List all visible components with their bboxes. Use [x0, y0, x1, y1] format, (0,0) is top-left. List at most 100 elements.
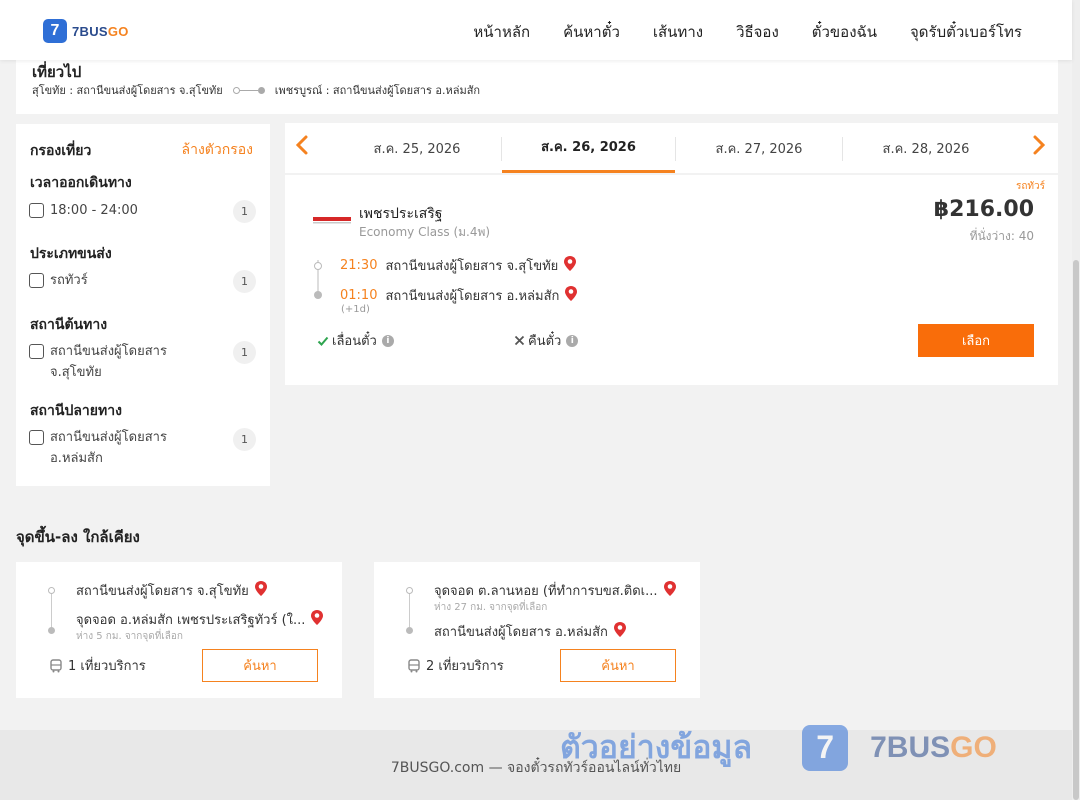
filter-option-label: รถทัวร์ [50, 273, 88, 288]
trip-result-card: รถทัวร์ เพชรประเสริฐ Economy Class (ม.4พ… [285, 175, 1058, 385]
stop-name: สถานีขนส่งผู้โดยสาร จ.สุโขทัย [76, 584, 249, 599]
chevron-left-icon[interactable] [295, 134, 309, 162]
departure-station: สถานีขนส่งผู้โดยสาร จ.สุโขทัย [385, 259, 559, 274]
filter-option-label: 18:00 - 24:00 [50, 203, 138, 218]
trip-destination: เพชรบูรณ์ : สถานีขนส่งผู้โดยสาร อ.หล่มสั… [274, 84, 481, 97]
trip-summary: เที่ยวไป สุโขทัย : สถานีขนส่งผู้โดยสาร จ… [16, 58, 1058, 114]
start-dot [406, 587, 413, 594]
cross-icon [514, 335, 525, 346]
checkbox[interactable] [29, 203, 44, 218]
route-line [409, 592, 410, 632]
trip-count-label: 1 เที่ยวบริการ [68, 659, 146, 674]
nearby-stop-origin: สถานีขนส่งผู้โดยสาร จ.สุโขทัย [76, 580, 268, 601]
stop-name: สถานีขนส่งผู้โดยสาร อ.หล่มสัก [434, 625, 608, 640]
main-nav: หน้าหลัก ค้นหาตั๋ว เส้นทาง วิธีจอง ตั๋วข… [473, 20, 1022, 44]
map-pin-icon[interactable] [564, 285, 578, 306]
top-header: 7 7BUSGO หน้าหลัก ค้นหาตั๋ว เส้นทาง วิธี… [0, 0, 1072, 60]
map-pin-icon[interactable] [663, 580, 677, 601]
nearby-card: จุดจอด ต.ลานหอย (ที่ทำการบขส.ติดเ... ห่า… [374, 562, 700, 698]
logo-text: 7BUSGO [72, 23, 129, 39]
filter-count-badge: 1 [233, 341, 256, 364]
start-dot [48, 587, 55, 594]
date-selector: ส.ค. 25, 2026 ส.ค. 26, 2026 ส.ค. 27, 202… [285, 123, 1058, 173]
nav-how-to-book[interactable]: วิธีจอง [736, 20, 779, 44]
service-count: 1 เที่ยวบริการ [49, 655, 146, 676]
checkbox[interactable] [29, 344, 44, 359]
nav-my-tickets[interactable]: ตั๋วของฉัน [812, 20, 877, 44]
site-logo[interactable]: 7 7BUSGO [43, 19, 129, 43]
filter-count-badge: 1 [233, 270, 256, 293]
checkbox[interactable] [29, 430, 44, 445]
date-tab[interactable]: ส.ค. 27, 2026 [676, 123, 842, 173]
departure-time: 21:30 [340, 258, 378, 273]
select-trip-button[interactable]: เลือก [918, 324, 1034, 357]
check-icon [317, 336, 329, 346]
filter-option-transport[interactable]: รถทัวร์ 1 [29, 270, 256, 293]
filter-count-badge: 1 [233, 200, 256, 223]
nearby-stop-origin: จุดจอด ต.ลานหอย (ที่ทำการบขส.ติดเ... [434, 580, 677, 601]
date-tab[interactable]: ส.ค. 28, 2026 [843, 123, 1009, 173]
search-button[interactable]: ค้นหา [560, 649, 676, 682]
refund-label: คืนตั๋ว [528, 334, 562, 349]
nav-home[interactable]: หน้าหลัก [473, 20, 530, 44]
info-icon[interactable]: i [566, 334, 579, 347]
arrival-time: 01:10 [340, 288, 378, 303]
next-day-indicator: (+1d) [341, 304, 370, 315]
end-dot [406, 627, 413, 634]
postpone-policy[interactable]: เลื่อนตั๋ว i [317, 330, 394, 351]
arrival-stop: 01:10 สถานีขนส่งผู้โดยสาร อ.หล่มสัก [340, 285, 578, 306]
nearby-stop-destination: สถานีขนส่งผู้โดยสาร อ.หล่มสัก [434, 621, 627, 642]
stop-name: จุดจอด อ.หล่มสัก เพชรประเสริฐทัวร์ (ใ... [76, 613, 306, 628]
map-pin-icon[interactable] [563, 255, 577, 276]
refund-policy[interactable]: คืนตั๋ว i [514, 330, 579, 351]
filter-group-origin-station: สถานีต้นทาง [30, 317, 108, 333]
nearby-stop-destination: จุดจอด อ.หล่มสัก เพชรประเสริฐทัวร์ (ใ... [76, 609, 324, 630]
map-pin-icon[interactable] [310, 609, 324, 630]
service-count: 2 เที่ยวบริการ [407, 655, 504, 676]
nav-search-ticket[interactable]: ค้นหาตั๋ว [563, 20, 620, 44]
filter-group-destination-station: สถานีปลายทาง [30, 403, 122, 419]
arrival-dot [314, 291, 322, 299]
footer-text: 7BUSGO.com — จองตั๋วรถทัวร์ออนไลน์ทั่วไท… [390, 760, 682, 776]
nav-routes[interactable]: เส้นทาง [653, 20, 703, 44]
filter-group-transport-type: ประเภทขนส่ง [30, 246, 112, 262]
nav-ticket-pickup[interactable]: จุดรับตั๋วเบอร์โทร [910, 20, 1022, 44]
trip-count-label: 2 เที่ยวบริการ [426, 659, 504, 674]
stop-name: จุดจอด ต.ลานหอย (ที่ทำการบขส.ติดเ... [434, 584, 658, 599]
filter-title: กรองเที่ยว [30, 143, 92, 159]
operator-name: เพชรประเสริฐ [359, 206, 443, 222]
map-pin-icon[interactable] [613, 621, 627, 642]
route-line [51, 592, 52, 632]
postpone-label: เลื่อนตั๋ว [332, 334, 377, 349]
logo-icon: 7 [43, 19, 67, 43]
filter-group-departure-time: เวลาออกเดินทาง [30, 175, 132, 191]
departure-dot [314, 262, 322, 270]
bus-class: Economy Class (ม.4พ) [359, 225, 491, 239]
map-pin-icon[interactable] [254, 580, 268, 601]
clear-filter-link[interactable]: ล้างตัวกรอง [182, 139, 253, 161]
transport-type-tag: รถทัวร์ [1015, 181, 1045, 192]
page-footer: 7BUSGO.com — จองตั๋วรถทัวร์ออนไลน์ทั่วไท… [0, 730, 1072, 800]
page-scrollbar[interactable] [1072, 0, 1080, 800]
operator-logo-icon [313, 217, 351, 224]
scrollbar-thumb[interactable] [1073, 260, 1079, 800]
trip-origin: สุโขทัย : สถานีขนส่งผู้โดยสาร จ.สุโขทัย [32, 84, 223, 97]
route-connector-icon [232, 86, 265, 94]
chevron-right-icon[interactable] [1032, 134, 1046, 162]
filter-count-badge: 1 [233, 428, 256, 451]
trip-route: สุโขทัย : สถานีขนส่งผู้โดยสาร จ.สุโขทัย … [32, 81, 480, 99]
search-button[interactable]: ค้นหา [202, 649, 318, 682]
departure-stop: 21:30 สถานีขนส่งผู้โดยสาร จ.สุโขทัย [340, 255, 577, 276]
info-icon[interactable]: i [381, 334, 394, 347]
filter-panel: กรองเที่ยว ล้างตัวกรอง เวลาออกเดินทาง 18… [16, 124, 270, 486]
date-tab[interactable]: ส.ค. 25, 2026 [333, 123, 501, 173]
nearby-section-title: จุดขึ้น-ลง ใกล้เคียง [16, 528, 140, 546]
filter-option-time[interactable]: 18:00 - 24:00 1 [29, 200, 256, 223]
nearby-card: สถานีขนส่งผู้โดยสาร จ.สุโขทัย จุดจอด อ.ห… [16, 562, 342, 698]
checkbox[interactable] [29, 273, 44, 288]
date-tab-active[interactable]: ส.ค. 26, 2026 [502, 123, 675, 173]
distance-note: ห่าง 27 กม. จากจุดที่เลือก [434, 602, 548, 613]
bus-icon [408, 658, 420, 672]
filter-option-destination[interactable]: สถานีขนส่งผู้โดยสาร อ.หล่มสัก 1 [29, 427, 256, 469]
filter-option-origin[interactable]: สถานีขนส่งผู้โดยสาร จ.สุโขทัย 1 [29, 341, 256, 383]
